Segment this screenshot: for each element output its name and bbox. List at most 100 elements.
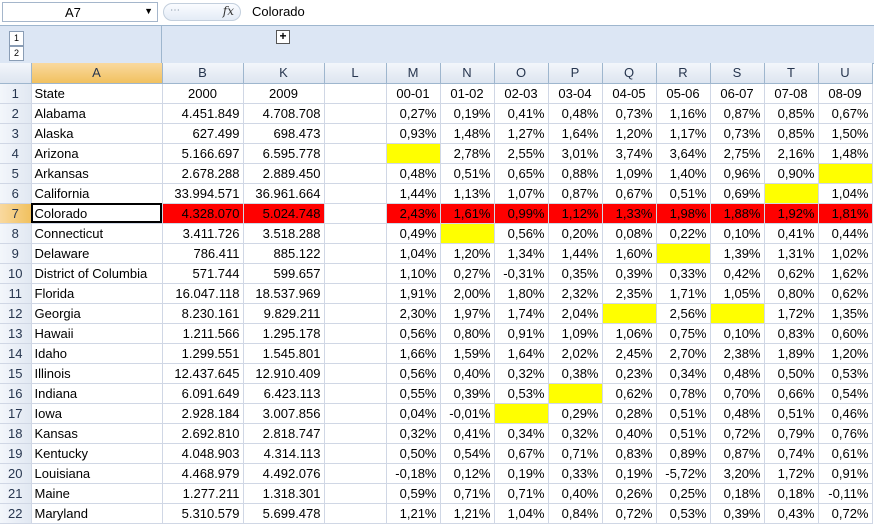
table-cell[interactable]: 2,16% <box>764 143 819 164</box>
table-cell[interactable]: 0,51% <box>440 163 495 184</box>
table-cell[interactable] <box>324 343 387 364</box>
table-cell[interactable]: 0,61% <box>818 443 873 464</box>
table-cell[interactable]: 1,80% <box>494 283 549 304</box>
table-cell[interactable]: 2,43% <box>386 203 441 224</box>
resize-handle-icon[interactable]: ⋯ <box>170 5 180 16</box>
table-cell[interactable]: 1,72% <box>764 463 819 484</box>
column-header-k[interactable]: K <box>243 63 325 84</box>
table-cell[interactable]: 16.047.118 <box>162 283 244 304</box>
table-cell[interactable]: 18.537.969 <box>243 283 325 304</box>
table-cell[interactable]: 0,23% <box>602 363 657 384</box>
table-cell[interactable]: 0,72% <box>710 423 765 444</box>
table-cell[interactable]: 0,26% <box>602 483 657 504</box>
row-header[interactable]: 9 <box>0 243 32 264</box>
table-cell[interactable] <box>440 223 495 244</box>
header-cell[interactable]: 2009 <box>243 83 325 104</box>
table-cell[interactable]: 2,04% <box>548 303 603 324</box>
table-cell[interactable]: 0,54% <box>818 383 873 404</box>
row-header[interactable]: 15 <box>0 363 32 384</box>
table-cell[interactable]: 0,88% <box>548 163 603 184</box>
table-cell[interactable]: 0,87% <box>710 443 765 464</box>
table-cell[interactable]: 1,48% <box>440 123 495 144</box>
table-cell[interactable]: 0,78% <box>656 383 711 404</box>
table-cell[interactable]: 4.492.076 <box>243 463 325 484</box>
table-cell[interactable]: 0,62% <box>764 263 819 284</box>
table-cell[interactable]: District of Columbia <box>31 263 163 284</box>
table-cell[interactable]: 36.961.664 <box>243 183 325 204</box>
table-cell[interactable]: 2,55% <box>494 143 549 164</box>
table-cell[interactable]: 0,51% <box>764 403 819 424</box>
table-cell[interactable]: 0,70% <box>710 383 765 404</box>
table-cell[interactable]: 0,59% <box>386 483 441 504</box>
table-cell[interactable]: 1,35% <box>818 303 873 324</box>
table-cell[interactable]: 0,35% <box>548 263 603 284</box>
header-cell[interactable]: 04-05 <box>602 83 657 104</box>
table-cell[interactable]: 3.518.288 <box>243 223 325 244</box>
table-cell[interactable]: 0,87% <box>548 183 603 204</box>
table-cell[interactable]: 0,38% <box>548 363 603 384</box>
table-cell[interactable]: 1,33% <box>602 203 657 224</box>
table-cell[interactable]: 2,02% <box>548 343 603 364</box>
table-cell[interactable]: 0,71% <box>440 483 495 504</box>
table-cell[interactable]: 1,59% <box>440 343 495 364</box>
table-cell[interactable]: 1,44% <box>548 243 603 264</box>
table-cell[interactable]: 0,39% <box>710 503 765 524</box>
table-cell[interactable]: 0,91% <box>494 323 549 344</box>
table-cell[interactable] <box>494 403 549 424</box>
row-header[interactable]: 17 <box>0 403 32 424</box>
table-cell[interactable]: 0,55% <box>386 383 441 404</box>
table-cell[interactable] <box>818 163 873 184</box>
table-cell[interactable]: 0,96% <box>710 163 765 184</box>
table-cell[interactable]: 1,04% <box>494 503 549 524</box>
table-cell[interactable]: 1,91% <box>386 283 441 304</box>
table-cell[interactable]: 0,10% <box>710 223 765 244</box>
table-cell[interactable]: 0,83% <box>764 323 819 344</box>
table-cell[interactable]: 3,20% <box>710 463 765 484</box>
column-header-b[interactable]: B <box>162 63 244 84</box>
table-cell[interactable]: 0,41% <box>440 423 495 444</box>
row-header[interactable]: 2 <box>0 103 32 124</box>
table-cell[interactable]: 1,61% <box>440 203 495 224</box>
table-cell[interactable]: 1.545.801 <box>243 343 325 364</box>
table-cell[interactable]: 0,19% <box>602 463 657 484</box>
row-header[interactable]: 19 <box>0 443 32 464</box>
table-cell[interactable]: 0,91% <box>818 463 873 484</box>
outline-level-2-button[interactable]: 2 <box>9 46 24 61</box>
table-cell[interactable]: 1,89% <box>764 343 819 364</box>
column-header-n[interactable]: N <box>440 63 495 84</box>
table-cell[interactable]: 4.468.979 <box>162 463 244 484</box>
table-cell[interactable] <box>324 483 387 504</box>
table-cell[interactable] <box>324 363 387 384</box>
table-cell[interactable]: 0,62% <box>818 283 873 304</box>
header-cell[interactable]: 00-01 <box>386 83 441 104</box>
table-cell[interactable]: 0,53% <box>494 383 549 404</box>
table-cell[interactable]: 1,74% <box>494 303 549 324</box>
table-cell[interactable]: Maine <box>31 483 163 504</box>
table-cell[interactable]: 5.310.579 <box>162 503 244 524</box>
table-cell[interactable]: 0,39% <box>602 263 657 284</box>
table-cell[interactable]: 1,44% <box>386 183 441 204</box>
table-cell[interactable]: 1,60% <box>602 243 657 264</box>
table-cell[interactable]: 2,75% <box>710 143 765 164</box>
row-header[interactable]: 12 <box>0 303 32 324</box>
table-cell[interactable]: 1,64% <box>494 343 549 364</box>
table-cell[interactable]: 0,51% <box>656 403 711 424</box>
table-cell[interactable]: 1.318.301 <box>243 483 325 504</box>
table-cell[interactable]: 1,20% <box>440 243 495 264</box>
table-cell[interactable]: Arizona <box>31 143 163 164</box>
header-cell[interactable]: 08-09 <box>818 83 873 104</box>
table-cell[interactable]: 0,69% <box>710 183 765 204</box>
row-header[interactable]: 7 <box>0 203 32 224</box>
header-cell[interactable]: 05-06 <box>656 83 711 104</box>
outline-level-1-button[interactable]: 1 <box>9 31 24 46</box>
table-cell[interactable] <box>710 303 765 324</box>
table-cell[interactable] <box>324 143 387 164</box>
column-header-q[interactable]: Q <box>602 63 657 84</box>
table-cell[interactable]: 3,74% <box>602 143 657 164</box>
table-cell[interactable]: 1,48% <box>818 143 873 164</box>
table-cell[interactable]: 1,06% <box>602 323 657 344</box>
table-cell[interactable]: Colorado <box>31 203 163 224</box>
table-cell[interactable] <box>324 323 387 344</box>
table-cell[interactable]: 6.423.113 <box>243 383 325 404</box>
table-cell[interactable] <box>764 183 819 204</box>
